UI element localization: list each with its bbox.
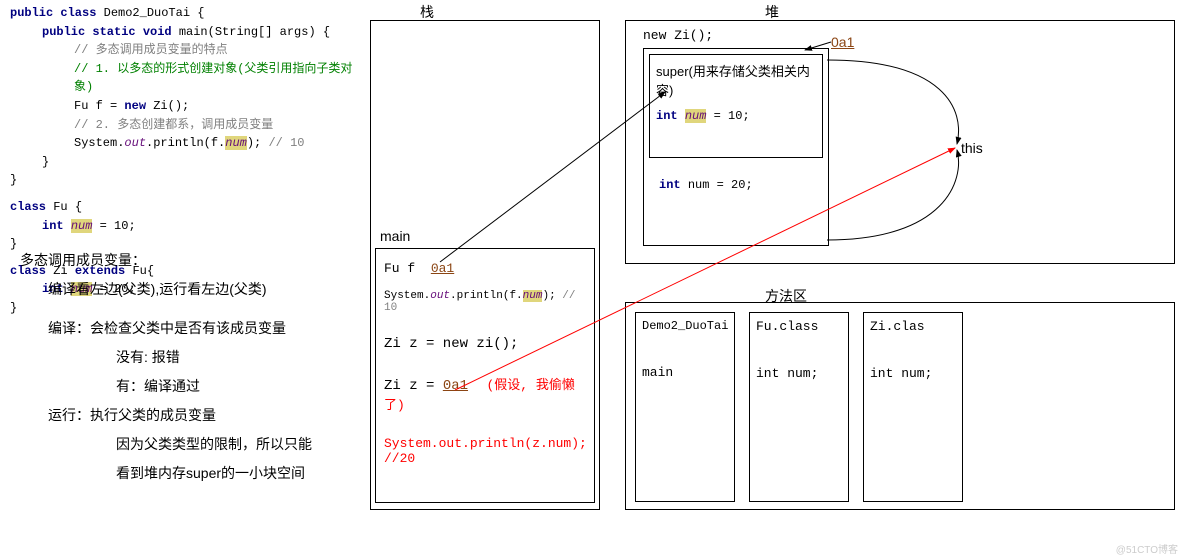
stack-title: 栈 (420, 2, 434, 22)
method-box-zi: Zi.clas int num; (863, 312, 963, 502)
memory-diagram: 栈 main Fu f 0a1 System.out.println(f.num… (365, 0, 1184, 560)
super-title: super(用来存储父类相关内容) (656, 61, 816, 99)
heap-newzi: new Zi(); (643, 28, 713, 43)
this-label: this (961, 140, 983, 156)
heap-addr: 0a1 (831, 34, 854, 50)
stack-frame-box: Fu f 0a1 System.out.println(f.num); // 1… (375, 248, 595, 503)
notes-title: 多态调用成员变量： (20, 250, 312, 271)
watermark: @51CTO博客 (1116, 541, 1178, 556)
method-box-demo: Demo2_DuoTai main (635, 312, 735, 502)
stack-main-label: main (380, 228, 410, 244)
heap-super-box: super(用来存储父类相关内容) int num = 10; (649, 54, 823, 158)
heap-title: 堆 (765, 2, 779, 22)
explanation-notes: 多态调用成员变量： 编译看左边(父类),运行看左边(父类) 编译：会检查父类中是… (20, 250, 312, 484)
method-box-fu: Fu.class int num; (749, 312, 849, 502)
